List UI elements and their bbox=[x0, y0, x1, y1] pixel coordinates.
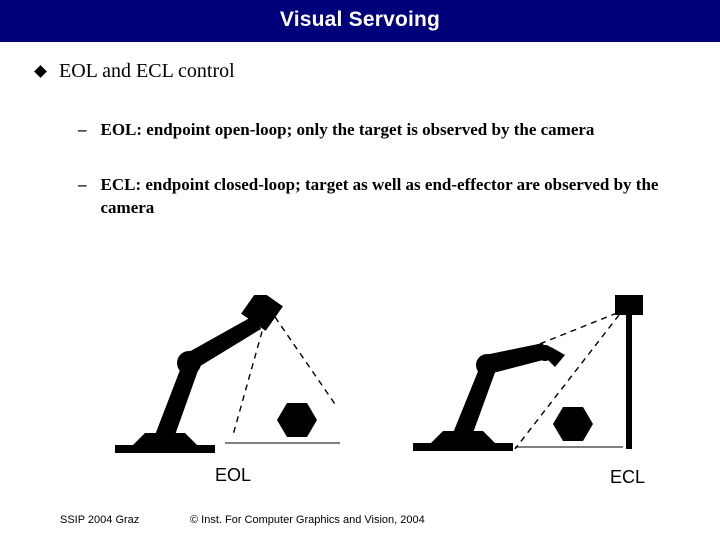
diamond-bullet-icon bbox=[34, 65, 47, 78]
dash-icon: – bbox=[78, 174, 87, 196]
figure-ecl-label: ECL bbox=[610, 467, 645, 488]
slide-footer: SSIP 2004 Graz © Inst. For Computer Grap… bbox=[0, 514, 720, 526]
figure-eol-label: EOL bbox=[215, 465, 251, 486]
footer-center: © Inst. For Computer Graphics and Vision… bbox=[190, 514, 425, 526]
heading-item: EOL and ECL control bbox=[36, 60, 692, 83]
slide-content: EOL and ECL control – EOL: endpoint open… bbox=[0, 42, 720, 220]
bullet-2-text: ECL: endpoint closed-loop; target as wel… bbox=[101, 174, 661, 220]
dash-icon: – bbox=[78, 119, 87, 141]
figure-ecl bbox=[405, 289, 660, 464]
bullet-2: – ECL: endpoint closed-loop; target as w… bbox=[78, 174, 692, 220]
slide-title: Visual Servoing bbox=[0, 0, 720, 42]
slide: Visual Servoing EOL and ECL control – EO… bbox=[0, 0, 720, 540]
heading-text: EOL and ECL control bbox=[59, 60, 235, 83]
figures-area: EOL ECL bbox=[0, 295, 720, 495]
bullet-1: – EOL: endpoint open-loop; only the targ… bbox=[78, 119, 692, 142]
footer-left: SSIP 2004 Graz bbox=[60, 514, 190, 526]
figure-eol bbox=[105, 295, 340, 460]
bullet-1-text: EOL: endpoint open-loop; only the target… bbox=[101, 119, 595, 142]
